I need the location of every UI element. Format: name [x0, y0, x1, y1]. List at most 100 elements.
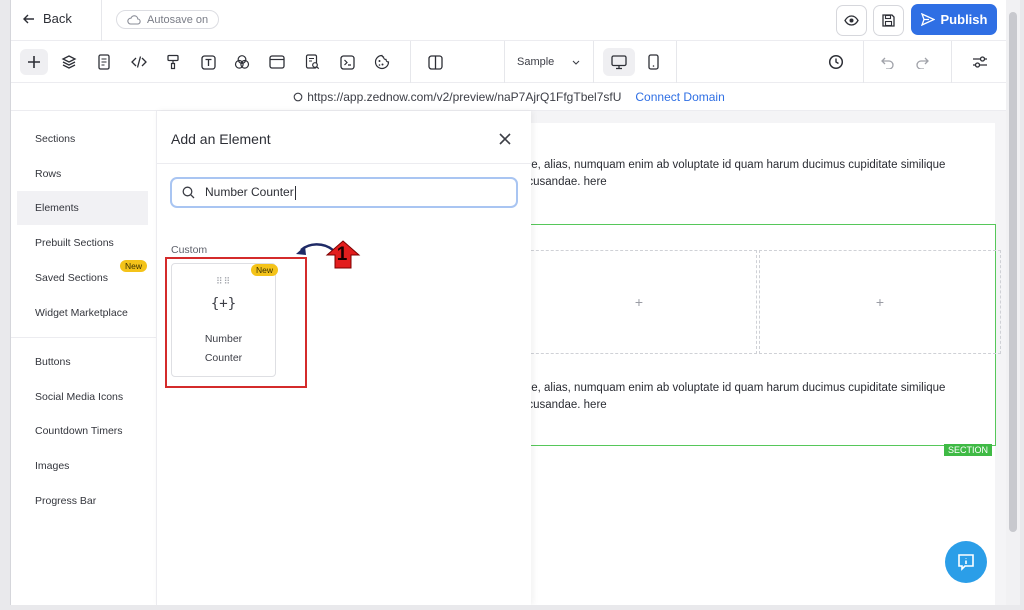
editor-window: Back Autosave on Publish Sample https://…	[10, 0, 1006, 605]
preview-button[interactable]	[836, 5, 867, 36]
layout-button[interactable]	[263, 49, 291, 75]
floppy-icon	[882, 14, 895, 27]
history-button[interactable]	[822, 49, 850, 75]
sidebar-item-images[interactable]: Images	[17, 449, 148, 483]
sample-select[interactable]: Sample	[517, 56, 580, 68]
sidebar-item-buttons[interactable]: Buttons	[17, 345, 148, 379]
sidebar-item-label: Saved Sections	[35, 272, 108, 284]
sidebar-item-label: Countdown Timers	[35, 425, 123, 437]
chevron-down-icon	[572, 60, 580, 65]
autosave-label: Autosave on	[147, 13, 209, 26]
help-chat-button[interactable]	[945, 541, 987, 583]
url-bar: https://app.zednow.com/v2/preview/naP7Aj…	[11, 83, 1006, 111]
cloud-icon	[127, 14, 141, 25]
empty-column[interactable]: +	[759, 250, 1001, 354]
connect-domain-link[interactable]: Connect Domain	[635, 90, 724, 104]
divider	[951, 41, 952, 83]
redo-icon	[915, 57, 929, 69]
preview-url[interactable]: https://app.zednow.com/v2/preview/naP7Aj…	[307, 90, 621, 104]
publish-label: Publish	[940, 12, 988, 27]
divider	[101, 0, 102, 41]
status-circle-icon	[293, 92, 303, 101]
sidebar-item-label: Sections	[35, 133, 76, 145]
smartphone-icon	[647, 54, 659, 70]
monitor-icon	[611, 54, 627, 69]
text-caret	[294, 185, 296, 200]
element-search-input[interactable]: Number Counter	[170, 177, 518, 208]
cookie-button[interactable]	[368, 49, 396, 75]
mobile-view-button[interactable]	[639, 49, 667, 75]
add-content-icon[interactable]: +	[635, 294, 643, 310]
save-button[interactable]	[873, 5, 904, 36]
split-view-button[interactable]	[421, 49, 449, 75]
clock-icon	[828, 54, 844, 70]
search-icon	[182, 186, 195, 199]
sidebar-item-countdown-timers[interactable]: Countdown Timers	[17, 414, 148, 448]
layers-button[interactable]	[55, 49, 83, 75]
new-badge: New	[120, 260, 148, 272]
send-icon	[920, 13, 935, 26]
cookie-icon	[374, 54, 390, 70]
scrollbar-thumb[interactable]	[1009, 12, 1017, 532]
pages-button[interactable]	[90, 49, 118, 75]
color-circles-icon	[234, 55, 250, 69]
publish-button[interactable]: Publish	[911, 4, 997, 35]
style-button[interactable]	[159, 49, 187, 75]
paragraph-text-line[interactable]: ore, alias, numquam enim ab voluptate id…	[521, 380, 945, 397]
divider	[504, 41, 505, 83]
section-tag[interactable]: SECTION	[944, 444, 993, 456]
sidebar-item-rows[interactable]: Rows	[17, 157, 148, 191]
redo-button[interactable]	[908, 49, 936, 75]
back-button[interactable]: Back	[23, 11, 72, 26]
divider	[410, 41, 411, 83]
divider	[863, 41, 864, 83]
colors-button[interactable]	[228, 49, 256, 75]
sidebar-item-label: Prebuilt Sections	[35, 237, 114, 249]
scripts-button[interactable]	[333, 49, 361, 75]
arrow-left-icon	[23, 14, 34, 23]
divider	[157, 163, 532, 164]
search-input-value: Number Counter	[205, 185, 294, 200]
text-icon	[200, 54, 216, 70]
paint-roller-icon	[167, 54, 179, 70]
divider	[593, 41, 594, 83]
layers-icon	[61, 55, 77, 69]
sidebar-item-prebuilt-sections[interactable]: Prebuilt Sections	[17, 226, 148, 260]
paragraph-text-line[interactable]: ecusandae. here	[521, 397, 607, 414]
tutorial-highlight-box	[165, 257, 307, 388]
seo-button[interactable]	[298, 49, 326, 75]
code-button[interactable]	[125, 49, 153, 75]
tutorial-step-number: 1	[336, 244, 348, 265]
sidebar-item-social-media-icons[interactable]: Social Media Icons	[17, 380, 148, 414]
document-search-icon	[305, 54, 319, 70]
sidebar-item-label: Rows	[35, 168, 62, 180]
toolbar: Sample	[11, 41, 1006, 83]
back-label: Back	[43, 11, 72, 26]
sidebar-item-label: Images	[35, 460, 70, 472]
undo-button[interactable]	[873, 49, 901, 75]
add-content-icon[interactable]: +	[876, 294, 884, 310]
sidebar-item-label: Widget Marketplace	[35, 307, 128, 319]
paragraph-text-line[interactable]: ecusandae. here	[521, 174, 607, 191]
typography-button[interactable]	[194, 49, 222, 75]
sidebar-item-label: Buttons	[35, 356, 71, 368]
sidebar-item-elements[interactable]: Elements	[17, 191, 148, 225]
settings-button[interactable]	[966, 49, 994, 75]
close-panel-button[interactable]	[499, 129, 511, 150]
panel-title: Add an Element	[171, 131, 271, 147]
sidebar-item-progress-bar[interactable]: Progress Bar	[17, 484, 148, 518]
sidebar-item-label: Social Media Icons	[35, 391, 124, 403]
plus-icon	[28, 56, 40, 68]
add-element-button[interactable]	[20, 49, 48, 75]
sample-select-value: Sample	[517, 56, 555, 68]
page-scrollbar[interactable]	[1006, 0, 1020, 605]
sidebar-item-sections[interactable]: Sections	[17, 122, 148, 156]
sidebar-item-widget-marketplace[interactable]: Widget Marketplace	[17, 296, 148, 330]
group-label: Custom	[171, 244, 208, 256]
empty-column[interactable]: +	[521, 250, 757, 354]
desktop-view-button[interactable]	[603, 48, 635, 76]
terminal-icon	[339, 54, 355, 70]
undo-icon	[880, 57, 894, 69]
paragraph-text-line[interactable]: ore, alias, numquam enim ab voluptate id…	[521, 157, 945, 174]
sidebar-item-label: Progress Bar	[35, 495, 97, 507]
